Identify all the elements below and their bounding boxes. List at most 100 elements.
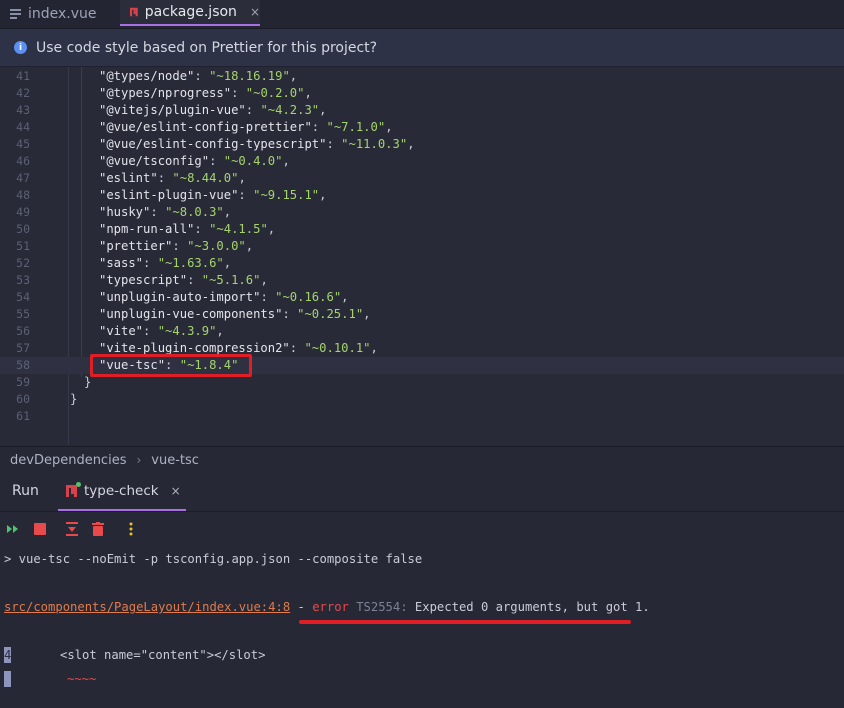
error-dash: -	[290, 600, 313, 614]
stop-icon[interactable]	[33, 522, 47, 536]
run-panel-title: Run	[12, 483, 39, 499]
code-line: 46 "@vue/tsconfig": "~0.4.0",	[0, 153, 844, 170]
json-key: "@vitejs/plugin-vue"	[99, 103, 246, 117]
run-console-output[interactable]: > vue-tsc --noEmit -p tsconfig.app.json …	[0, 546, 844, 708]
json-string-value: "~4.3.9"	[157, 324, 217, 338]
prettier-notification-banner: i Use code style based on Prettier for t…	[0, 29, 844, 67]
json-string-value: "~8.0.3"	[165, 205, 224, 219]
comma: ,	[260, 273, 268, 287]
json-string-value: "~11.0.3"	[341, 137, 408, 151]
code-text: "eslint": "~8.44.0",	[99, 170, 246, 187]
colon: :	[143, 256, 158, 270]
comma: ,	[238, 171, 246, 185]
breadcrumb-item-devdependencies[interactable]: devDependencies	[10, 453, 126, 468]
colon: :	[238, 188, 254, 202]
comma: ,	[341, 290, 349, 304]
comma: ,	[319, 188, 327, 202]
code-line: 50 "npm-run-all": "~4.1.5",	[0, 221, 844, 238]
console-line-number: 4	[4, 648, 12, 662]
error-file-link[interactable]: src/components/PageLayout/index.vue:4:8	[4, 600, 290, 614]
colon: :	[289, 341, 305, 355]
run-panel-header: Run type-check ×	[0, 473, 844, 512]
comma: ,	[245, 239, 254, 253]
code-editor[interactable]: 41 "@types/node": "~18.16.19", 42 "@types/n…	[0, 67, 844, 445]
json-string-value: "~4.1.5"	[209, 222, 268, 236]
json-key: "unplugin-vue-components"	[99, 307, 283, 321]
trash-icon[interactable]	[91, 522, 105, 536]
tab-type-check[interactable]: type-check ×	[58, 473, 186, 511]
line-number: 60	[16, 392, 30, 406]
json-key: "typescript"	[99, 273, 188, 287]
line-marker	[4, 671, 11, 687]
comma: ,	[216, 324, 224, 338]
console-source-line: <slot name="content"></slot>	[60, 648, 266, 662]
json-string-value: "~18.16.19"	[209, 69, 290, 83]
json-string-value: "~8.44.0"	[172, 171, 239, 185]
code-text: "@vue/tsconfig": "~0.4.0",	[99, 153, 290, 170]
code-line: 60}	[0, 391, 844, 408]
comma: ,	[319, 103, 327, 117]
json-string-value: "~0.16.6"	[275, 290, 342, 304]
npm-icon	[130, 7, 138, 17]
line-number: 57	[16, 341, 30, 355]
breadcrumb: devDependencies › vue-tsc	[0, 446, 844, 473]
json-string-value: "~5.1.6"	[201, 273, 261, 287]
comma: ,	[223, 256, 232, 270]
breadcrumb-item-vue-tsc[interactable]: vue-tsc	[151, 453, 199, 468]
comma: ,	[407, 137, 415, 151]
code-line: 52 "sass": "~1.63.6",	[0, 255, 844, 272]
closing-brace: }	[70, 392, 78, 406]
error-code: TS2554:	[348, 600, 408, 614]
json-string-value: "~3.0.0"	[187, 239, 246, 253]
line-number: 59	[16, 375, 30, 389]
line-number: 53	[16, 273, 30, 287]
colon: :	[245, 103, 261, 117]
json-key: "@vue/tsconfig"	[99, 154, 210, 168]
json-key: "@types/nprogress"	[99, 86, 232, 100]
code-text: "husky": "~8.0.3",	[99, 204, 231, 221]
code-line: 56 "vite": "~4.3.9",	[0, 323, 844, 340]
highlight-box-vue-tsc	[90, 354, 252, 377]
tab-index-vue[interactable]: index.vue	[10, 0, 97, 28]
colon: :	[187, 273, 202, 287]
line-number: 54	[16, 290, 30, 304]
code-text: "sass": "~1.63.6",	[99, 255, 231, 272]
close-icon[interactable]: ×	[171, 484, 181, 498]
close-icon[interactable]: ×	[250, 5, 260, 19]
line-number: 55	[16, 307, 30, 321]
banner-text: Use code style based on Prettier for thi…	[36, 39, 378, 56]
rerun-icon[interactable]	[6, 522, 20, 536]
scroll-to-end-icon[interactable]	[65, 522, 79, 536]
code-text: "prettier": "~3.0.0",	[99, 238, 253, 255]
npm-run-icon	[66, 482, 81, 497]
json-key: "husky"	[99, 205, 151, 219]
code-text: "eslint-plugin-vue": "~9.15.1",	[99, 187, 327, 204]
colon: :	[194, 222, 210, 236]
code-text: "@vitejs/plugin-vue": "~4.2.3",	[99, 102, 326, 119]
line-number: 58	[16, 358, 30, 372]
code-line: 48 "eslint-plugin-vue": "~9.15.1",	[0, 187, 844, 204]
code-text: "typescript": "~5.1.6",	[99, 272, 268, 289]
breadcrumb-separator: ›	[136, 453, 142, 467]
comma: ,	[304, 86, 312, 100]
json-key: "@types/node"	[99, 69, 195, 83]
json-string-value: "~0.4.0"	[223, 154, 283, 168]
tab-package-json[interactable]: package.json ×	[120, 0, 260, 26]
json-key: "unplugin-auto-import"	[99, 290, 261, 304]
line-number: 48	[16, 188, 30, 202]
running-indicator-dot	[76, 482, 81, 487]
tab-label: index.vue	[28, 6, 97, 22]
code-line: 53 "typescript": "~5.1.6",	[0, 272, 844, 289]
more-options-icon[interactable]	[124, 522, 138, 536]
code-line: 42 "@types/nprogress": "~0.2.0",	[0, 85, 844, 102]
json-key: "eslint"	[99, 171, 158, 185]
error-underline-annotation	[299, 620, 631, 624]
line-number: 44	[16, 120, 30, 134]
colon: :	[326, 137, 342, 151]
code-line: 61	[0, 408, 844, 425]
json-key: "vite"	[99, 324, 144, 338]
comma: ,	[370, 341, 378, 355]
code-text: "unplugin-vue-components": "~0.25.1",	[99, 306, 371, 323]
code-line: 43 "@vitejs/plugin-vue": "~4.2.3",	[0, 102, 844, 119]
line-number: 52	[16, 256, 30, 270]
